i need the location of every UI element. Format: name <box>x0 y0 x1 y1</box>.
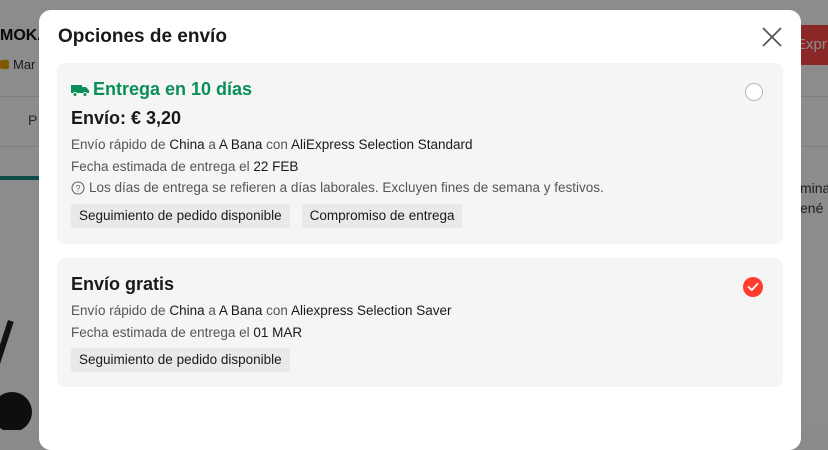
carrier-prefix: con <box>262 137 291 152</box>
shipping-option-free[interactable]: Envío gratis Envío rápido de China a A B… <box>57 258 783 387</box>
shipping-option-standard[interactable]: Entrega en 10 días Envío: € 3,20 Envío r… <box>57 63 783 244</box>
truck-icon <box>71 84 89 97</box>
delivery-note-text: Los días de entrega se refieren a días l… <box>89 180 604 195</box>
estimated-date: Fecha estimada de entrega el 22 FEB <box>71 159 298 174</box>
tag-commitment: Compromiso de entrega <box>301 204 463 228</box>
estimated-date: Fecha estimada de entrega el 01 MAR <box>71 325 302 340</box>
delivery-title-text: Entrega en 10 días <box>93 79 253 99</box>
svg-text:?: ? <box>75 183 80 193</box>
free-shipping-title: Envío gratis <box>71 274 175 294</box>
shipping-price: Envío: € 3,20 <box>71 108 182 128</box>
carrier-name: Aliexpress Selection Saver <box>290 303 452 318</box>
shipping-route: Envío rápido de China a A Bana con AliEx… <box>71 137 473 152</box>
shipping-route: Envío rápido de China a A Bana con Aliex… <box>71 303 452 318</box>
tag-list: Seguimiento de pedido disponible Comprom… <box>71 204 463 228</box>
close-icon <box>762 27 782 47</box>
route-destination: A Bana <box>218 137 263 152</box>
question-icon: ? <box>71 180 85 195</box>
route-origin: China <box>169 137 205 152</box>
date-value: 22 FEB <box>253 159 299 174</box>
date-prefix: Fecha estimada de entrega el <box>71 325 254 340</box>
delivery-title: Entrega en 10 días <box>71 79 252 100</box>
route-destination: A Bana <box>218 303 263 318</box>
radio-free-selected[interactable] <box>743 277 763 297</box>
radio-standard[interactable] <box>745 83 763 101</box>
date-value: 01 MAR <box>253 325 303 340</box>
tag-tracking: Seguimiento de pedido disponible <box>71 204 290 228</box>
carrier-prefix: con <box>262 303 291 318</box>
check-icon <box>747 282 759 291</box>
date-prefix: Fecha estimada de entrega el <box>71 159 254 174</box>
modal-title: Opciones de envío <box>58 26 227 47</box>
close-button[interactable] <box>759 24 785 50</box>
tag-tracking: Seguimiento de pedido disponible <box>71 348 290 372</box>
delivery-note: ? Los días de entrega se refieren a días… <box>71 180 604 195</box>
carrier-name: AliExpress Selection Standard <box>290 137 473 152</box>
route-to: a <box>204 303 219 318</box>
route-prefix: Envío rápido de <box>71 137 170 152</box>
shipping-options-modal: Opciones de envío Entrega en 10 días Env… <box>39 10 801 450</box>
tag-list: Seguimiento de pedido disponible <box>71 348 290 372</box>
route-prefix: Envío rápido de <box>71 303 170 318</box>
route-origin: China <box>169 303 205 318</box>
route-to: a <box>204 137 219 152</box>
